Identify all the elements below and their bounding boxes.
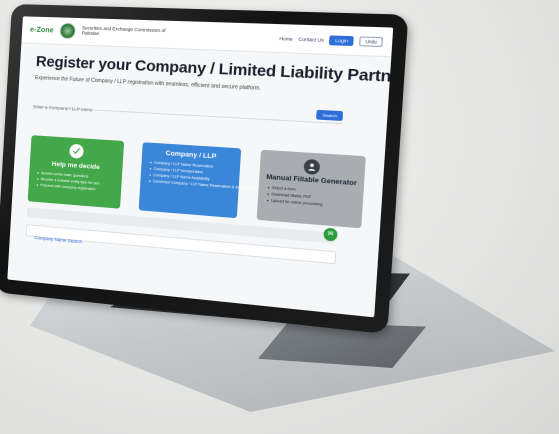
- search-button[interactable]: Search: [316, 109, 344, 121]
- card-company-llp[interactable]: Company / LLP Company / LLP Name Reserva…: [138, 142, 259, 219]
- top-navigation-bar: e-Zone Securities and Exchange Commissio…: [21, 16, 394, 58]
- checklist-icon: [69, 143, 84, 159]
- card-manual-fillable-generator[interactable]: Manual Fillable Generator Select a form …: [256, 149, 366, 229]
- company-search-input[interactable]: [33, 104, 264, 122]
- language-button[interactable]: Urdu: [359, 35, 384, 47]
- chat-icon[interactable]: ✉: [323, 227, 338, 242]
- card-help-me-decide[interactable]: Help me decide Answer some basic questio…: [27, 135, 125, 209]
- logo-text: e-Zone: [29, 26, 55, 34]
- company-name-search-label: Company Name Search: [34, 234, 83, 245]
- nav-link-home[interactable]: Home: [279, 35, 293, 41]
- nav-links: Home Contact Us Login Urdu: [279, 33, 384, 47]
- ezone-logo[interactable]: e-Zone: [30, 26, 54, 34]
- login-button[interactable]: Login: [329, 34, 355, 46]
- company-search-bar: Search: [33, 95, 344, 125]
- laptop-screen: e-Zone Securities and Exchange Commissio…: [7, 16, 394, 318]
- organization-name: Securities and Exchange Commission of Pa…: [81, 25, 166, 37]
- nav-link-contact[interactable]: Contact Us: [298, 36, 324, 42]
- laptop-lid: e-Zone Securities and Exchange Commissio…: [0, 4, 409, 335]
- secp-seal-icon: [59, 22, 77, 40]
- person-icon: [303, 158, 321, 176]
